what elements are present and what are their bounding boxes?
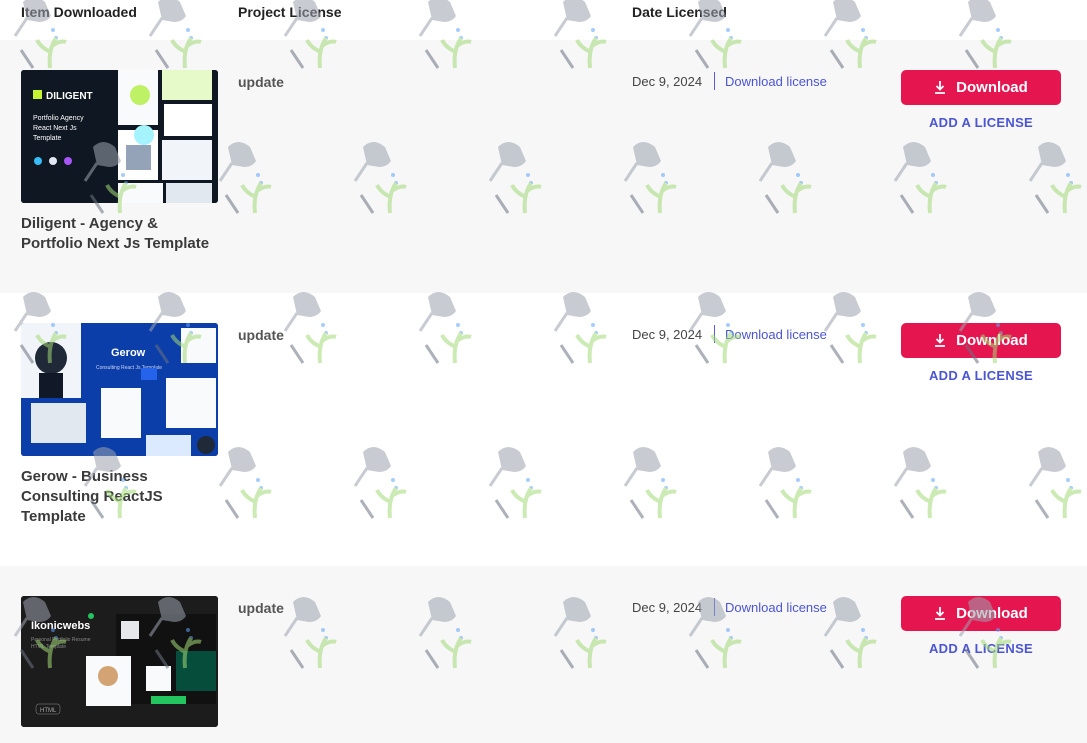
item-thumbnail[interactable]: Gerow Consulting React Js Template: [21, 323, 218, 456]
header-item-downloaded: Item Downloaded: [21, 4, 137, 20]
download-button[interactable]: Download: [901, 323, 1061, 358]
thumb-brand: DILIGENT: [46, 91, 93, 102]
date-licensed: Dec 9, 2024: [632, 74, 703, 89]
download-icon: [935, 334, 946, 347]
add-license-link[interactable]: ADD A LICENSE: [901, 368, 1061, 383]
date-licensed: Dec 9, 2024: [632, 327, 703, 342]
item-title[interactable]: Diligent - Agency & Portfolio Next Js Te…: [21, 214, 221, 254]
item-thumbnail[interactable]: DILIGENT Portfolio Agency React Next Js …: [21, 70, 218, 203]
item-title[interactable]: Gerow - Business Consulting ReactJS Temp…: [21, 467, 221, 527]
download-icon: [935, 607, 946, 620]
table-row: Ikonicwebs Personal Portfolio Resume HTM…: [0, 566, 1087, 743]
thumb-tag: HTML: [40, 708, 57, 714]
diligent-preview-image: DILIGENT Portfolio Agency React Next Js …: [21, 70, 218, 203]
project-license: update: [238, 74, 284, 90]
table-row: DILIGENT Portfolio Agency React Next Js …: [0, 40, 1087, 293]
thumb-brand: Ikonicwebs: [31, 620, 90, 632]
project-license: update: [238, 327, 284, 343]
download-license-link[interactable]: Download license: [725, 327, 827, 342]
add-license-link[interactable]: ADD A LICENSE: [901, 115, 1061, 130]
table-header: Item Downloaded Project License Date Lic…: [0, 0, 1087, 40]
download-button-label: Download: [956, 605, 1028, 622]
ikonicwebs-preview-image: Ikonicwebs Personal Portfolio Resume HTM…: [21, 596, 218, 727]
download-button[interactable]: Download: [901, 70, 1061, 105]
thumb-brand: Gerow: [111, 347, 146, 359]
table-row: Gerow Consulting React Js Template Gerow…: [0, 293, 1087, 566]
download-button-label: Download: [956, 332, 1028, 349]
download-license-link[interactable]: Download license: [725, 74, 827, 89]
download-icon: [935, 81, 946, 94]
download-button[interactable]: Download: [901, 596, 1061, 631]
svg-text:HTML Template: HTML Template: [31, 644, 66, 650]
svg-text:React Next Js: React Next Js: [33, 125, 77, 132]
divider: [714, 598, 715, 616]
project-license: update: [238, 600, 284, 616]
item-thumbnail[interactable]: Ikonicwebs Personal Portfolio Resume HTM…: [21, 596, 218, 727]
svg-text:Portfolio Agency: Portfolio Agency: [33, 115, 84, 122]
download-button-label: Download: [956, 79, 1028, 96]
date-licensed: Dec 9, 2024: [632, 600, 703, 615]
download-license-link[interactable]: Download license: [725, 600, 827, 615]
divider: [714, 325, 715, 343]
header-date-licensed: Date Licensed: [632, 4, 727, 20]
add-license-link[interactable]: ADD A LICENSE: [901, 641, 1061, 656]
gerow-preview-image: Gerow Consulting React Js Template: [21, 323, 218, 456]
header-project-license: Project License: [238, 4, 342, 20]
divider: [714, 72, 715, 90]
svg-text:Personal Portfolio Resume: Personal Portfolio Resume: [31, 637, 91, 643]
svg-text:Template: Template: [33, 135, 62, 142]
